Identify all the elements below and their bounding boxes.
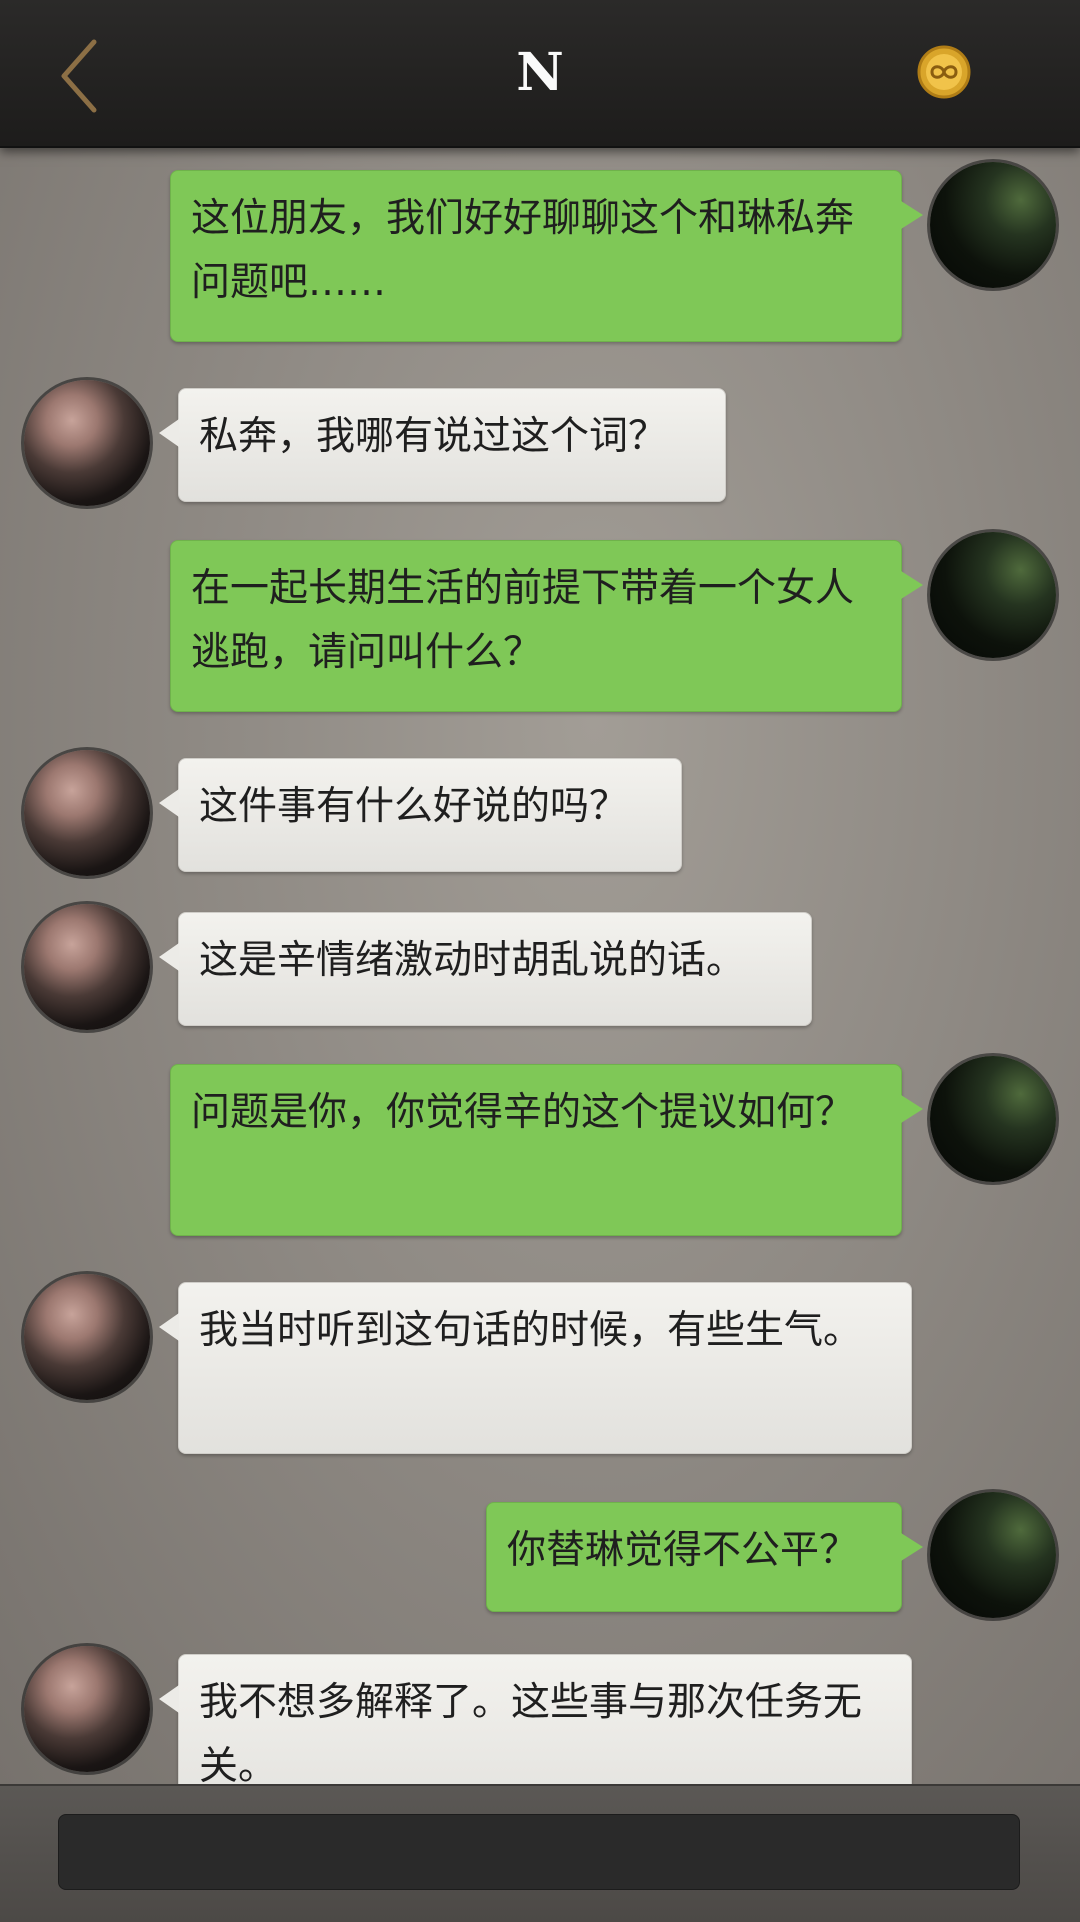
message-bubble-incoming[interactable]: 这件事有什么好说的吗？: [159, 758, 682, 872]
message-bubble-outgoing[interactable]: 你替琳觉得不公平？: [486, 1502, 923, 1612]
message-bubble-outgoing[interactable]: 问题是你，你觉得辛的这个提议如何？: [170, 1064, 923, 1236]
message-bubble-incoming[interactable]: 我不想多解释了。这些事与那次任务无关。: [159, 1654, 912, 1784]
message-bubble-incoming[interactable]: 私奔，我哪有说过这个词？: [159, 388, 726, 502]
message-text: 这位朋友，我们好好聊聊这个和琳私奔问题吧……: [191, 196, 855, 305]
contact-avatar[interactable]: [24, 904, 150, 1030]
contact-avatar[interactable]: [24, 1646, 150, 1772]
my-avatar[interactable]: [930, 162, 1056, 288]
message-input[interactable]: [58, 1814, 1020, 1890]
composer-bar: [0, 1784, 1080, 1922]
top-bar: N: [0, 0, 1080, 148]
message-bubble-incoming[interactable]: 我当时听到这句话的时候，有些生气。: [159, 1282, 912, 1454]
message-text: 我当时听到这句话的时候，有些生气。: [199, 1308, 863, 1353]
my-avatar[interactable]: [930, 1056, 1056, 1182]
chat-area[interactable]: 这位朋友，我们好好聊聊这个和琳私奔问题吧…… 私奔，我哪有说过这个词？ 在一起长…: [0, 146, 1080, 1784]
infinity-coin-button[interactable]: [916, 44, 972, 100]
message-text: 问题是你，你觉得辛的这个提议如何？: [191, 1090, 855, 1135]
message-bubble-incoming[interactable]: 这是辛情绪激动时胡乱说的话。: [159, 912, 812, 1026]
my-avatar[interactable]: [930, 532, 1056, 658]
infinity-coin-icon: [917, 45, 971, 99]
message-text: 在一起长期生活的前提下带着一个女人逃跑，请问叫什么？: [191, 566, 855, 675]
message-text: 我不想多解释了。这些事与那次任务无关。: [199, 1680, 863, 1784]
message-text: 你替琳觉得不公平？: [507, 1528, 859, 1573]
message-bubble-outgoing[interactable]: 这位朋友，我们好好聊聊这个和琳私奔问题吧……: [170, 170, 923, 342]
my-avatar[interactable]: [930, 1492, 1056, 1618]
message-text: 这件事有什么好说的吗？: [199, 784, 629, 829]
message-bubble-outgoing[interactable]: 在一起长期生活的前提下带着一个女人逃跑，请问叫什么？: [170, 540, 923, 712]
contact-avatar[interactable]: [24, 380, 150, 506]
contact-avatar[interactable]: [24, 750, 150, 876]
message-text: 这是辛情绪激动时胡乱说的话。: [199, 938, 746, 983]
contact-avatar[interactable]: [24, 1274, 150, 1400]
message-text: 私奔，我哪有说过这个词？: [199, 414, 668, 459]
